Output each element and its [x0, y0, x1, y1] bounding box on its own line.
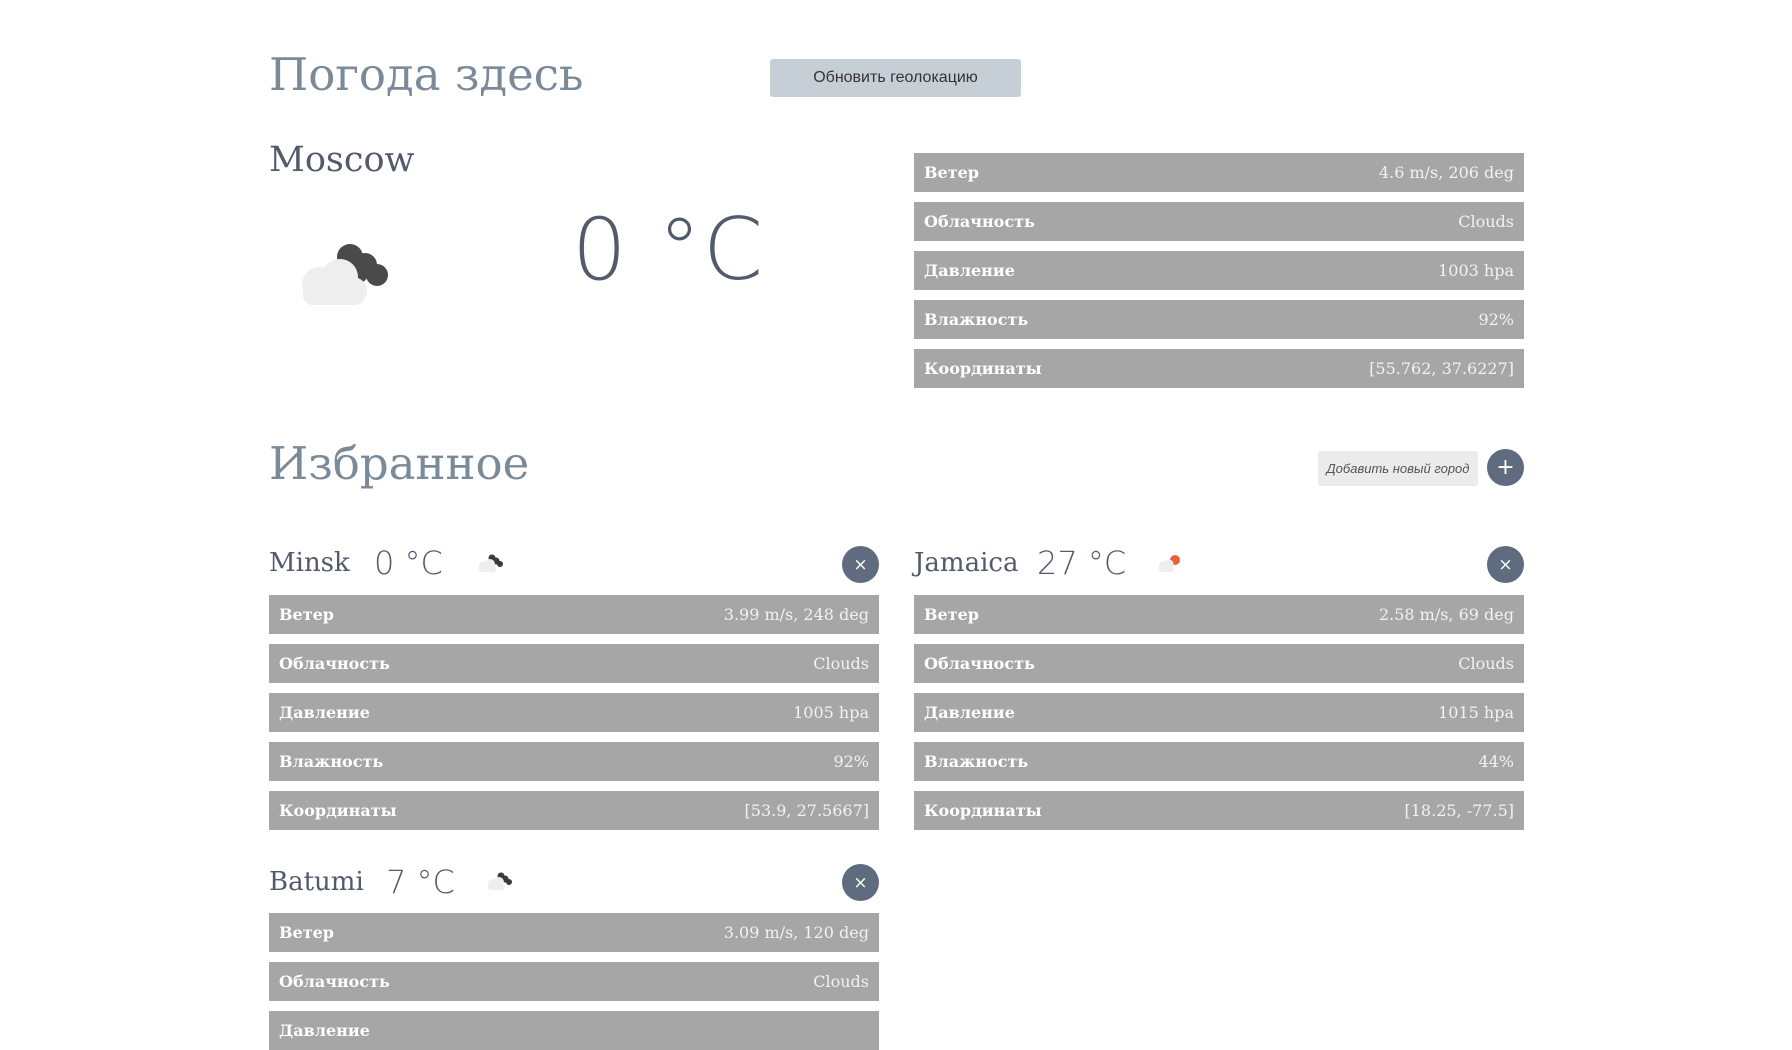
row-value: 4.6 m/s, 206 deg — [1378, 163, 1514, 182]
detail-row-clouds: Облачность Clouds — [269, 644, 879, 683]
row-value: Clouds — [1458, 212, 1514, 231]
row-label: Давление — [279, 1021, 370, 1040]
row-label: Влажность — [924, 752, 1029, 771]
row-value: 2.58 m/s, 69 deg — [1378, 605, 1514, 624]
detail-row-wind: Ветер 3.09 m/s, 120 deg — [269, 913, 879, 952]
row-value: [55.762, 37.6227] — [1369, 359, 1514, 378]
row-value: Clouds — [813, 972, 869, 991]
detail-row-clouds: Облачность Clouds — [914, 202, 1524, 241]
favorite-city-temperature: 27 °C — [1037, 544, 1127, 582]
cloud-icon — [483, 871, 517, 897]
detail-row-wind: Ветер 4.6 m/s, 206 deg — [914, 153, 1524, 192]
row-value: 44% — [1478, 752, 1514, 771]
row-label: Давление — [924, 703, 1015, 722]
row-value: 3.99 m/s, 248 deg — [723, 605, 869, 624]
row-value: Clouds — [813, 654, 869, 673]
row-label: Ветер — [279, 923, 334, 942]
row-label: Координаты — [279, 801, 397, 820]
row-label: Облачность — [924, 654, 1035, 673]
current-city-name: Moscow — [269, 140, 415, 180]
row-label: Влажность — [924, 310, 1029, 329]
row-label: Облачность — [924, 212, 1035, 231]
row-value: 92% — [833, 752, 869, 771]
favorite-city-name: Minsk — [269, 548, 350, 578]
row-label: Облачность — [279, 654, 390, 673]
detail-row-coordinates: Координаты [18.25, -77.5] — [914, 791, 1524, 830]
row-label: Координаты — [924, 801, 1042, 820]
remove-city-button[interactable]: × — [1487, 546, 1524, 583]
row-label: Ветер — [924, 163, 979, 182]
favorite-details: Ветер 3.99 m/s, 248 deg Облачность Clouds … — [269, 595, 879, 830]
detail-row-pressure: Давление 1005 hpa — [269, 693, 879, 732]
cloud-icon — [285, 235, 405, 319]
row-label: Давление — [924, 261, 1015, 280]
favorites-title: Избранное — [269, 437, 530, 490]
detail-row-clouds: Облачность Clouds — [269, 962, 879, 1001]
row-value: 1005 hpa — [793, 703, 869, 722]
row-label: Давление — [279, 703, 370, 722]
sun-cloud-icon — [1154, 553, 1188, 579]
detail-row-coordinates: Координаты [55.762, 37.6227] — [914, 349, 1524, 388]
current-details: Ветер 4.6 m/s, 206 deg Облачность Clouds Д… — [914, 153, 1524, 388]
remove-city-button[interactable]: × — [842, 864, 879, 901]
row-label: Координаты — [924, 359, 1042, 378]
detail-row-pressure: Давление 1015 hpa — [914, 693, 1524, 732]
add-city-button[interactable]: + — [1487, 449, 1524, 486]
row-label: Ветер — [924, 605, 979, 624]
row-value: 92% — [1478, 310, 1514, 329]
favorite-city-temperature: 7 °C — [386, 863, 455, 901]
favorite-city-name: Batumi — [269, 867, 364, 897]
row-value: Clouds — [1458, 654, 1514, 673]
cloud-icon — [474, 553, 508, 579]
row-label: Ветер — [279, 605, 334, 624]
row-value: 1015 hpa — [1438, 703, 1514, 722]
detail-row-humidity: Влажность 92% — [914, 300, 1524, 339]
detail-row-wind: Ветер 2.58 m/s, 69 deg — [914, 595, 1524, 634]
remove-city-button[interactable]: × — [842, 546, 879, 583]
current-temperature: 0 °C — [572, 200, 766, 300]
row-value: 3.09 m/s, 120 deg — [723, 923, 869, 942]
detail-row-humidity: Влажность 44% — [914, 742, 1524, 781]
row-label: Облачность — [279, 972, 390, 991]
detail-row-pressure: Давление — [269, 1011, 879, 1050]
row-value: 1003 hpa — [1438, 261, 1514, 280]
update-geolocation-button[interactable]: Обновить геолокацию — [770, 59, 1021, 97]
detail-row-humidity: Влажность 92% — [269, 742, 879, 781]
add-city-input-button[interactable]: Добавить новый город — [1318, 451, 1478, 486]
page-title: Погода здесь — [269, 48, 584, 101]
row-value: [53.9, 27.5667] — [744, 801, 869, 820]
favorite-city-temperature: 0 °C — [374, 544, 443, 582]
detail-row-wind: Ветер 3.99 m/s, 248 deg — [269, 595, 879, 634]
favorite-city-name: Jamaica — [914, 548, 1019, 578]
row-value: [18.25, -77.5] — [1404, 801, 1515, 820]
row-label: Влажность — [279, 752, 384, 771]
favorite-details: Ветер 2.58 m/s, 69 deg Облачность Clouds Д… — [914, 595, 1524, 830]
favorite-details: Ветер 3.09 m/s, 120 deg Облачность Clouds … — [269, 913, 879, 1050]
detail-row-coordinates: Координаты [53.9, 27.5667] — [269, 791, 879, 830]
detail-row-pressure: Давление 1003 hpa — [914, 251, 1524, 290]
detail-row-clouds: Облачность Clouds — [914, 644, 1524, 683]
